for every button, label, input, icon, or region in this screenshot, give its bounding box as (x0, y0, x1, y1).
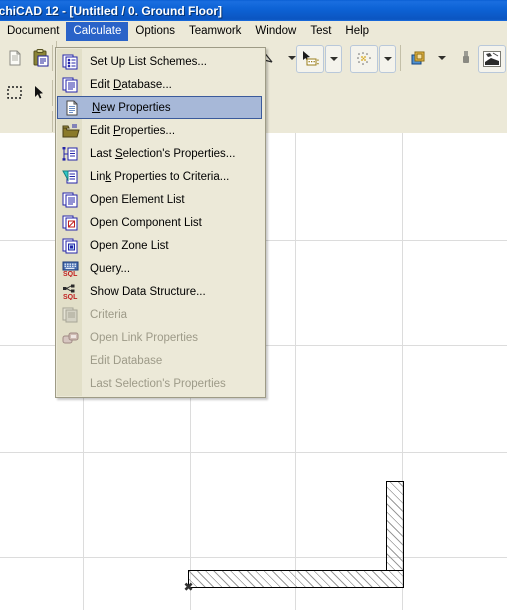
zone-list-icon (58, 234, 83, 257)
fill-dots-dropdown[interactable] (379, 45, 396, 73)
menu-item-edit-properties[interactable]: Edit Properties... (56, 119, 265, 142)
menu-item-label: Last Selection's Properties... (90, 147, 236, 160)
title-bar: rchiCAD 12 - [Untitled / 0. Ground Floor… (0, 0, 507, 21)
window-title: rchiCAD 12 - [Untitled / 0. Ground Floor… (0, 3, 222, 18)
element-list-icon (58, 188, 83, 211)
menu-item-last-selections-properties-disabled: Last Selection's Properties (56, 372, 265, 395)
menu-item-label: New Properties (92, 101, 171, 114)
menu-item-open-component-list[interactable]: Open Component List (56, 211, 265, 234)
toolbar-separator (52, 111, 53, 132)
menubar-item-help[interactable]: Help (338, 22, 376, 41)
menu-item-label: Open Zone List (90, 239, 169, 252)
menu-item-edit-database-disabled: Edit Database (56, 349, 265, 372)
grid-line-horizontal (0, 452, 507, 453)
fill-dots-icon[interactable] (350, 45, 378, 73)
arrow-pointer-icon[interactable] (26, 80, 52, 106)
grid-line-horizontal (0, 557, 507, 558)
menu-item-last-selections-properties[interactable]: Last Selection's Properties... (56, 142, 265, 165)
menu-item-link-properties-to-criteria[interactable]: Link Properties to Criteria... (56, 165, 265, 188)
menubar-item-test[interactable]: Test (303, 22, 338, 41)
menu-item-set-up-list-schemes[interactable]: Set Up List Schemes... (56, 50, 265, 73)
menubar-item-document[interactable]: Document (0, 22, 66, 41)
wall-vertical[interactable] (386, 481, 404, 571)
menu-item-show-data-structure[interactable]: SQL Show Data Structure... (56, 280, 265, 303)
hotspot-marker: ✖ (183, 580, 194, 594)
menu-item-label: Edit Properties... (90, 124, 176, 137)
edit-properties-icon (58, 119, 83, 142)
edit-database-icon (58, 73, 83, 96)
svg-text:SQL: SQL (63, 294, 78, 300)
application-window: rchiCAD 12 - [Untitled / 0. Ground Floor… (0, 0, 507, 610)
criteria-icon (58, 303, 83, 326)
menu-item-label: Edit Database... (90, 78, 172, 91)
menubar-item-window[interactable]: Window (248, 22, 303, 41)
menu-bar[interactable]: Document Calculate Options Teamwork Wind… (0, 21, 507, 41)
marquee-icon[interactable] (2, 80, 28, 106)
open-link-icon (58, 326, 83, 349)
menubar-item-calculate[interactable]: Calculate (66, 21, 129, 41)
link-properties-icon (58, 165, 83, 188)
menu-item-label: Last Selection's Properties (90, 377, 226, 390)
3d-view-icon[interactable] (478, 45, 506, 73)
menu-item-open-link-properties: Open Link Properties (56, 326, 265, 349)
menu-item-criteria: Criteria (56, 303, 265, 326)
toolbar-separator (52, 80, 53, 106)
layers-dropdown[interactable] (434, 45, 449, 71)
new-properties-icon (60, 96, 85, 119)
toolbar-separator (52, 45, 53, 71)
menu-item-open-zone-list[interactable]: Open Zone List (56, 234, 265, 257)
menu-item-query[interactable]: SQL Query... (56, 257, 265, 280)
menu-item-label: Criteria (90, 308, 128, 321)
menu-item-new-properties[interactable]: New Properties (57, 96, 262, 119)
calculate-menu-panel[interactable]: Set Up List Schemes... Edit Database... (55, 47, 266, 398)
paste-plain-icon[interactable] (2, 45, 28, 71)
no-icon (58, 349, 83, 372)
menubar-item-teamwork[interactable]: Teamwork (182, 22, 248, 41)
list-schemes-icon (58, 50, 83, 73)
toolbar-separator (400, 45, 401, 71)
no-icon (58, 372, 83, 395)
menu-item-open-element-list[interactable]: Open Element List (56, 188, 265, 211)
menu-item-label: Show Data Structure... (90, 285, 206, 298)
last-selection-icon (58, 142, 83, 165)
svg-text:SQL: SQL (63, 271, 78, 277)
menu-item-label: Open Link Properties (90, 331, 199, 344)
menu-item-label: Link Properties to Criteria... (90, 170, 230, 183)
menu-item-edit-database[interactable]: Edit Database... (56, 73, 265, 96)
menu-item-label: Open Element List (90, 193, 185, 206)
component-list-icon (58, 211, 83, 234)
label-tool-icon[interactable] (296, 45, 324, 73)
sql-query-icon: SQL (58, 257, 83, 280)
wall-horizontal[interactable] (188, 570, 404, 588)
menu-item-label: Edit Database (90, 354, 163, 367)
menubar-item-options[interactable]: Options (128, 22, 182, 41)
paste-clipboard-icon[interactable] (28, 45, 54, 71)
menu-item-label: Query... (90, 262, 131, 275)
sql-structure-icon: SQL (58, 280, 83, 303)
grid-line-vertical (295, 133, 296, 610)
menu-item-label: Set Up List Schemes... (90, 55, 207, 68)
menu-item-label: Open Component List (90, 216, 202, 229)
label-tool-dropdown[interactable] (325, 45, 342, 73)
layers-icon[interactable] (406, 45, 432, 71)
